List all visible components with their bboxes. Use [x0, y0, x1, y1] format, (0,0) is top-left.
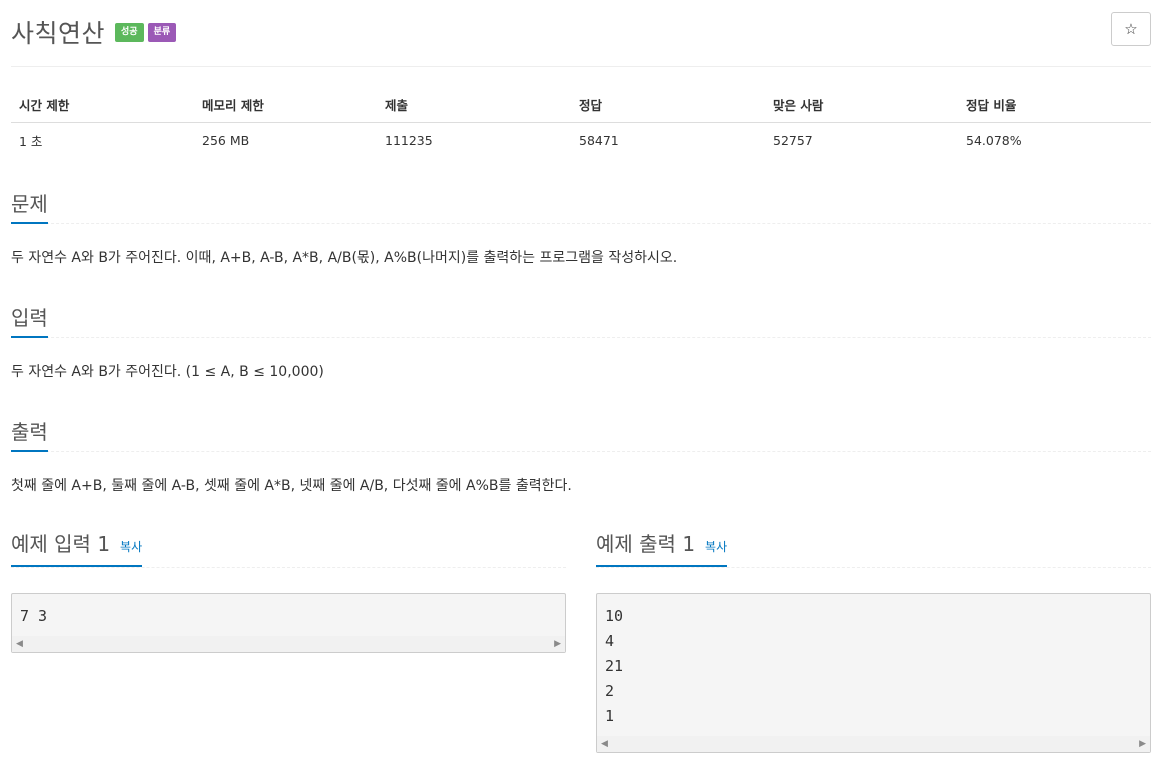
sample-input-title-wrap: 예제 입력 1 복사 [11, 532, 143, 567]
description-title: 문제 [11, 192, 48, 224]
sample-input-section: 예제 입력 1 복사 7 3 ◀ ▶ [11, 530, 566, 653]
scroll-right-icon[interactable]: ▶ [1139, 739, 1146, 749]
sample-output-scrollbar[interactable]: ◀ ▶ [597, 736, 1150, 752]
favorite-button[interactable]: ☆ [1111, 12, 1151, 46]
input-title: 입력 [11, 306, 48, 338]
sample-input-line: 7 3 [20, 607, 48, 625]
value-submissions[interactable]: 111235 [377, 123, 571, 159]
input-head: 입력 [11, 304, 1151, 338]
sample-output-line: 2 [605, 682, 615, 700]
problem-header: 사칙연산 성공 분류 [11, 12, 177, 52]
info-header-row: 시간 제한 메모리 제한 제출 정답 맞은 사람 정답 비율 [11, 87, 1151, 123]
problem-page: 사칙연산 성공 분류 ☆ 시간 제한 메모리 제한 제출 정답 맞은 사람 정답… [0, 0, 1162, 765]
problem-title: 사칙연산 [11, 19, 106, 48]
input-text: 두 자연수 A와 B가 주어진다. (1 ≤ A, B ≤ 10,000) [11, 364, 324, 380]
sample-output-section: 예제 출력 1 복사 10 4 21 2 1 ◀ ▶ [596, 530, 1151, 753]
header-memory-limit: 메모리 제한 [194, 87, 377, 123]
sample-output-line: 10 [605, 607, 624, 625]
value-time-limit: 1 초 [19, 134, 43, 150]
copy-output-button[interactable]: 복사 [705, 535, 727, 559]
output-section: 출력 첫째 줄에 A+B, 둘째 줄에 A-B, 셋째 줄에 A*B, 넷째 줄… [11, 418, 1151, 495]
output-title: 출력 [11, 420, 48, 452]
star-icon: ☆ [1124, 20, 1138, 38]
header-submissions: 제출 [377, 87, 571, 123]
description-head: 문제 [11, 190, 1151, 224]
value-accepted[interactable]: 58471 [571, 123, 765, 159]
sample-input-box[interactable]: 7 3 ◀ ▶ [11, 593, 566, 653]
sample-input-scrollbar[interactable]: ◀ ▶ [12, 636, 565, 652]
info-value-row: 1 초 256 MB 111235 58471 52757 54.078% [11, 123, 1151, 159]
output-text: 첫째 줄에 A+B, 둘째 줄에 A-B, 셋째 줄에 A*B, 넷째 줄에 A… [11, 478, 572, 494]
header-time-limit: 시간 제한 [11, 87, 194, 123]
header-accept-ratio: 정답 비율 [958, 87, 1151, 123]
scroll-left-icon[interactable]: ◀ [16, 639, 23, 649]
sample-output-title-wrap: 예제 출력 1 복사 [596, 532, 728, 567]
sample-input-lines: 7 3 [12, 594, 565, 629]
sample-output-line: 1 [605, 707, 615, 725]
header-solvers: 맞은 사람 [765, 87, 958, 123]
input-section: 입력 두 자연수 A와 B가 주어진다. (1 ≤ A, B ≤ 10,000) [11, 304, 1151, 381]
description-section: 문제 두 자연수 A와 B가 주어진다. 이때, A+B, A-B, A*B, … [11, 190, 1151, 267]
description-text: 두 자연수 A와 B가 주어진다. 이때, A+B, A-B, A*B, A/B… [11, 250, 678, 266]
copy-input-button[interactable]: 복사 [120, 535, 142, 559]
sample-output-lines: 10 4 21 2 1 [597, 594, 1150, 729]
success-badge: 성공 [115, 22, 144, 42]
header-divider [11, 66, 1151, 67]
scroll-left-icon[interactable]: ◀ [601, 739, 608, 749]
output-head: 출력 [11, 418, 1151, 452]
sample-output-line: 21 [605, 657, 624, 675]
sample-input-title: 예제 입력 1 [11, 532, 111, 556]
scroll-right-icon[interactable]: ▶ [554, 639, 561, 649]
value-memory-limit: 256 MB [202, 133, 250, 149]
header-accepted: 정답 [571, 87, 765, 123]
value-solvers[interactable]: 52757 [765, 123, 958, 159]
sample-input-head: 예제 입력 1 복사 [11, 530, 566, 568]
value-accept-ratio: 54.078% [966, 133, 1022, 149]
problem-info-table: 시간 제한 메모리 제한 제출 정답 맞은 사람 정답 비율 1 초 256 M… [11, 87, 1151, 159]
sample-output-head: 예제 출력 1 복사 [596, 530, 1151, 568]
sample-output-box[interactable]: 10 4 21 2 1 ◀ ▶ [596, 593, 1151, 753]
sample-output-title: 예제 출력 1 [596, 532, 696, 556]
sample-output-line: 4 [605, 632, 615, 650]
category-badge[interactable]: 분류 [147, 22, 177, 42]
